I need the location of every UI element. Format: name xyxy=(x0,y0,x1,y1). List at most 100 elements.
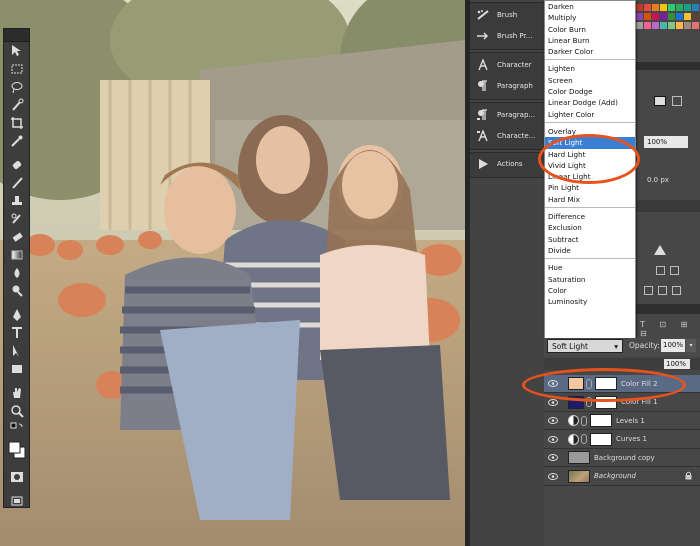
tools-panel-header[interactable] xyxy=(4,29,29,42)
link-icon[interactable] xyxy=(581,434,587,444)
blend-mode-item[interactable]: Multiply xyxy=(545,12,635,23)
layer-filter-icons[interactable]: T ⊡ ⊞ ⊟ xyxy=(640,320,700,338)
camera-icon[interactable] xyxy=(654,96,666,106)
blur-tool-icon[interactable] xyxy=(4,264,29,282)
blend-mode-item[interactable]: Pin Light xyxy=(545,182,635,193)
screen-mode-icon[interactable] xyxy=(4,492,29,510)
color-swatch[interactable] xyxy=(684,22,691,29)
blend-mode-item[interactable]: Luminosity xyxy=(545,296,635,307)
brush-panel-button[interactable]: Brush xyxy=(470,4,544,26)
paragraph-styles-panel-button[interactable]: Paragrap... xyxy=(470,104,544,126)
blend-mode-item[interactable]: Subtract xyxy=(545,234,635,245)
blend-mode-item[interactable]: Exclusion xyxy=(545,222,635,233)
hand-tool-icon[interactable] xyxy=(4,384,29,402)
color-swatch[interactable] xyxy=(660,13,667,20)
color-swatches-icon[interactable] xyxy=(4,438,29,462)
grid-adjustment-icon[interactable] xyxy=(670,266,679,275)
link-icon[interactable] xyxy=(581,415,587,426)
character-panel-button[interactable]: Character xyxy=(470,54,544,76)
layer-row[interactable]: Background xyxy=(544,467,700,486)
clone-stamp-tool-icon[interactable] xyxy=(4,192,29,210)
path-selection-tool-icon[interactable] xyxy=(4,342,29,360)
opacity-field[interactable]: 100% xyxy=(661,339,685,352)
color-swatch[interactable] xyxy=(660,4,667,11)
color-swatch[interactable] xyxy=(636,4,643,11)
blend-mode-item[interactable]: Hard Mix xyxy=(545,194,635,205)
zoom-tool-icon[interactable] xyxy=(4,402,29,420)
canvas-photo[interactable] xyxy=(0,0,465,546)
blend-mode-item[interactable]: Lighter Color xyxy=(545,109,635,120)
paragraph-panel-button[interactable]: Paragraph xyxy=(470,75,544,97)
move-tool-icon[interactable] xyxy=(4,42,29,60)
marquee-tool-icon[interactable] xyxy=(4,60,29,78)
crop-tool-icon[interactable] xyxy=(4,114,29,132)
blend-mode-item[interactable]: Lighten xyxy=(545,63,635,74)
healing-brush-tool-icon[interactable] xyxy=(4,156,29,174)
color-swatch[interactable] xyxy=(652,4,659,11)
fill-field[interactable]: 100% xyxy=(664,359,690,369)
color-swatch[interactable] xyxy=(692,4,699,11)
layer-row[interactable]: Background copy xyxy=(544,449,700,467)
layer-row[interactable]: Levels 1 xyxy=(544,412,700,430)
color-swatch[interactable] xyxy=(676,4,683,11)
top-opacity-field[interactable]: 100% xyxy=(644,136,688,148)
px-value-field[interactable]: 0.0 px xyxy=(644,174,688,186)
color-swatch[interactable] xyxy=(652,22,659,29)
brush-presets-panel-button[interactable]: Brush Pr... xyxy=(470,25,544,47)
color-swatch[interactable] xyxy=(668,4,675,11)
actions-panel-button[interactable]: Actions xyxy=(470,153,544,175)
blend-mode-item[interactable]: Hue xyxy=(545,262,635,273)
color-swatch[interactable] xyxy=(660,22,667,29)
color-swatch[interactable] xyxy=(668,22,675,29)
blend-mode-item[interactable]: Color Burn xyxy=(545,24,635,35)
blend-mode-item[interactable]: Screen xyxy=(545,75,635,86)
rectangle-tool-icon[interactable] xyxy=(4,360,29,378)
type-tool-icon[interactable] xyxy=(4,324,29,342)
blend-mode-select[interactable]: Soft Light ▾ xyxy=(547,339,623,353)
brush-tool-icon[interactable] xyxy=(4,174,29,192)
channel-mixer-icon[interactable] xyxy=(658,286,667,295)
pen-tool-icon[interactable] xyxy=(4,306,29,324)
color-swatch[interactable] xyxy=(692,22,699,29)
quick-select-tool-icon[interactable] xyxy=(4,96,29,114)
eye-icon[interactable] xyxy=(544,454,562,461)
history-brush-tool-icon[interactable] xyxy=(4,210,29,228)
color-swatch[interactable] xyxy=(644,22,651,29)
color-swatch[interactable] xyxy=(652,13,659,20)
color-swatch[interactable] xyxy=(676,22,683,29)
photo-filter-icon[interactable] xyxy=(644,286,653,295)
gradient-tool-icon[interactable] xyxy=(4,246,29,264)
blend-mode-item[interactable]: Linear Dodge (Add) xyxy=(545,97,635,108)
levels-adjustment-icon[interactable] xyxy=(656,266,665,275)
layer-row[interactable]: Curves 1 xyxy=(544,430,700,449)
eraser-tool-icon[interactable] xyxy=(4,228,29,246)
color-swatch[interactable] xyxy=(692,13,699,20)
color-swatch[interactable] xyxy=(636,13,643,20)
color-swatch[interactable] xyxy=(668,13,675,20)
blend-mode-item[interactable]: Color Dodge xyxy=(545,86,635,97)
blend-mode-item[interactable]: Divide xyxy=(545,245,635,256)
color-lookup-icon[interactable] xyxy=(672,286,681,295)
opacity-chevron-icon[interactable]: ▾ xyxy=(686,339,696,352)
lasso-tool-icon[interactable] xyxy=(4,78,29,96)
blend-mode-item[interactable]: Darken xyxy=(545,1,635,12)
blend-mode-item[interactable]: Linear Burn xyxy=(545,35,635,46)
adjustment-triangle-icon[interactable] xyxy=(654,245,666,255)
eye-icon[interactable] xyxy=(544,435,562,443)
color-swatch[interactable] xyxy=(644,13,651,20)
dodge-tool-icon[interactable] xyxy=(4,282,29,300)
blend-mode-item[interactable]: Difference xyxy=(545,211,635,222)
blend-mode-item[interactable]: Darker Color xyxy=(545,46,635,57)
eye-icon[interactable] xyxy=(544,417,562,424)
eye-icon[interactable] xyxy=(544,398,562,406)
blend-mode-item[interactable]: Color xyxy=(545,285,635,296)
default-colors-icon[interactable] xyxy=(4,420,29,438)
mask-panel-icon[interactable] xyxy=(672,96,682,106)
color-swatch[interactable] xyxy=(636,22,643,29)
blend-mode-item[interactable]: Saturation xyxy=(545,274,635,285)
color-swatch[interactable] xyxy=(644,4,651,11)
color-swatch[interactable] xyxy=(684,4,691,11)
quick-mask-icon[interactable] xyxy=(4,468,29,486)
color-swatch[interactable] xyxy=(676,13,683,20)
character-styles-panel-button[interactable]: Characte... xyxy=(470,125,544,147)
